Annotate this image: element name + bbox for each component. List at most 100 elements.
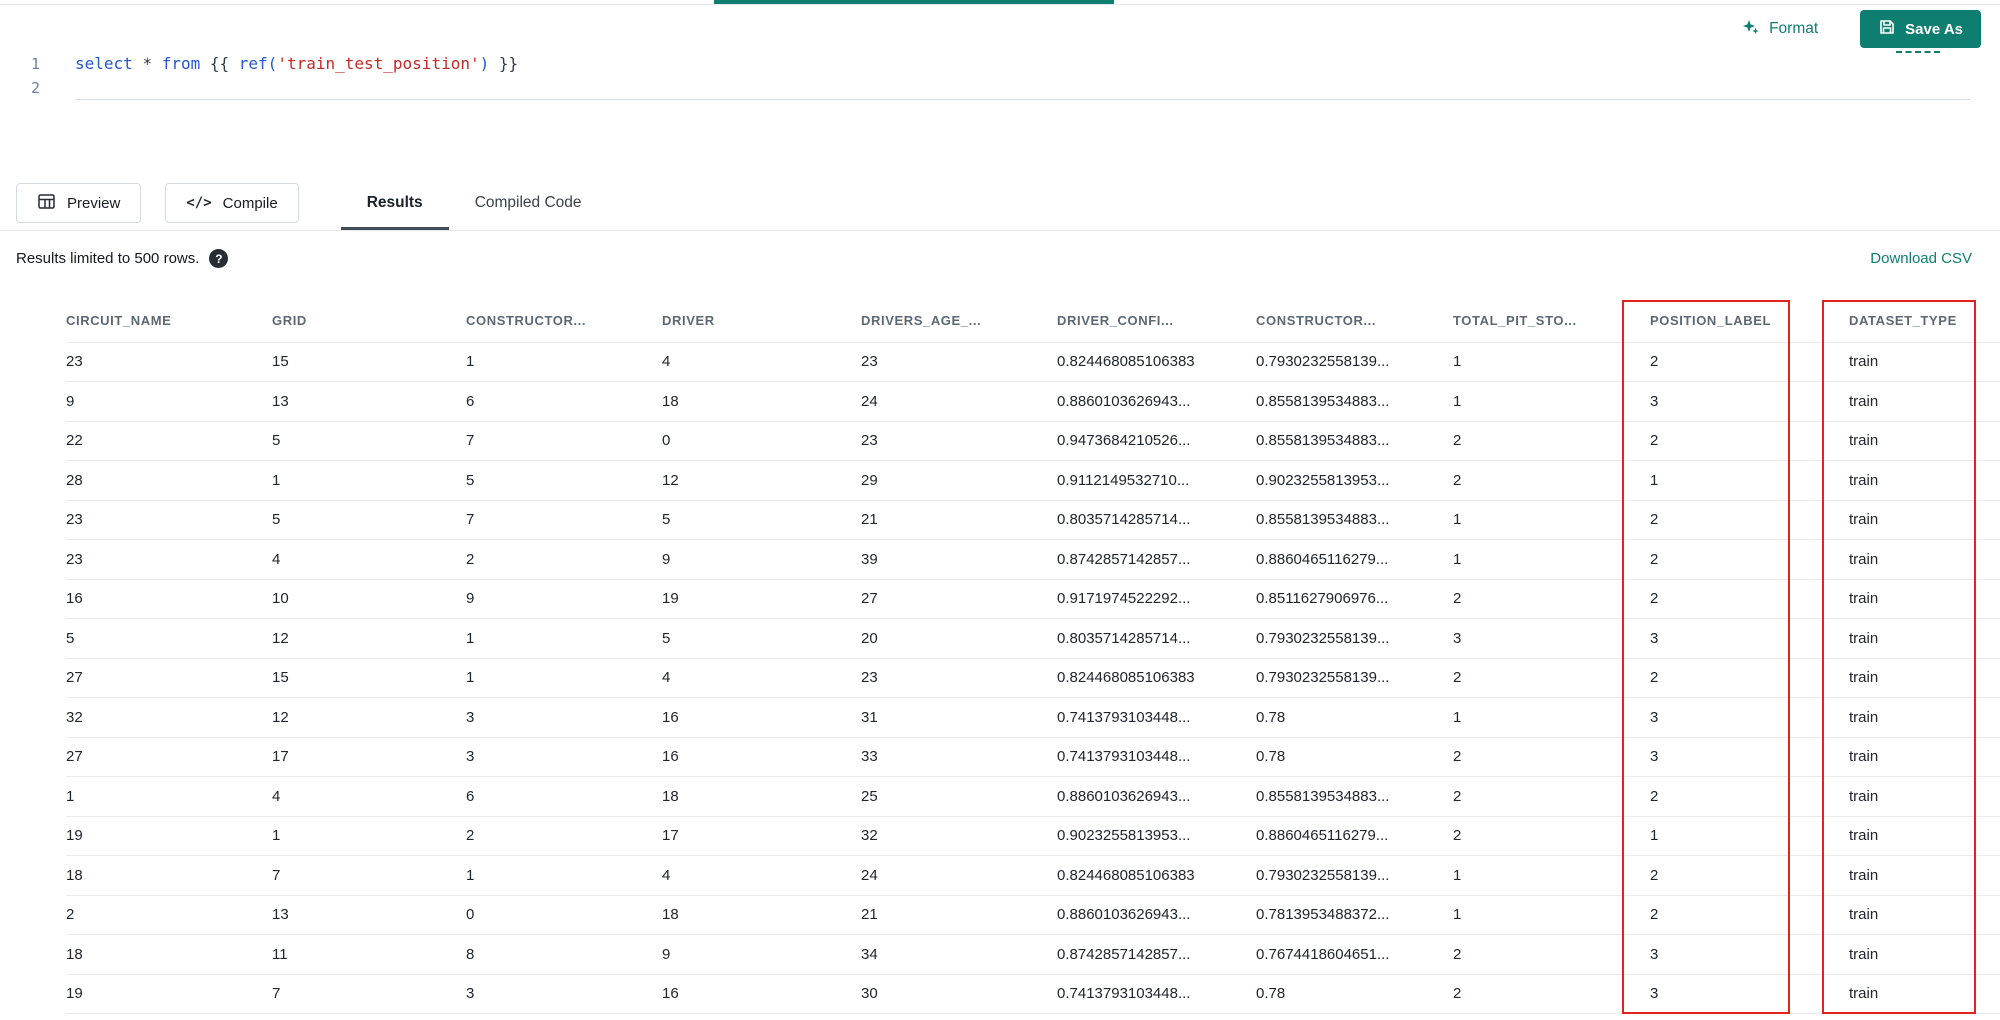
table-cell: 2 xyxy=(1650,658,1849,698)
table-cell: 16 xyxy=(66,579,272,619)
table-row: 1 4 6 18 25 0.8860103626943... 0.8558139534883… xyxy=(66,776,2000,817)
row-limit-text: Results limited to 500 rows. xyxy=(16,250,200,267)
table-cell: 1 xyxy=(1453,855,1650,896)
table-cell: 23 xyxy=(66,539,272,580)
table-cell: 0.78 xyxy=(1256,697,1453,738)
table-cell: 0.7413793103448... xyxy=(1057,974,1256,1014)
table-cell: 6 xyxy=(466,776,662,817)
table-cell: 2 xyxy=(1650,342,1849,382)
column-header: POSITION_LABEL xyxy=(1650,300,1849,343)
code-row-2: 2 xyxy=(0,76,2000,100)
table-cell: train xyxy=(1849,816,2000,856)
table-cell: 21 xyxy=(861,895,1057,935)
table-grid-icon xyxy=(37,192,56,215)
table-cell: 33 xyxy=(861,737,1057,777)
help-icon[interactable]: ? xyxy=(209,249,229,268)
table-cell: train xyxy=(1849,974,2000,1014)
save-as-button-label: Save As xyxy=(1905,20,1963,38)
line-number: 1 xyxy=(30,55,40,73)
column-header: DRIVER xyxy=(662,300,861,343)
code-icon: </> xyxy=(186,195,212,211)
table-cell: 23 xyxy=(66,342,272,382)
table-cell: 3 xyxy=(1650,381,1849,422)
table-cell: 31 xyxy=(861,697,1057,738)
compile-button[interactable]: </> Compile xyxy=(165,183,299,223)
table-cell: 0.8511627906976... xyxy=(1256,579,1453,619)
results-toolbar: Preview </> Compile Results Compiled Cod… xyxy=(16,176,2000,230)
table-cell: 1 xyxy=(1453,342,1650,382)
results-tabs: Results Compiled Code xyxy=(340,176,608,230)
table-cell: 23 xyxy=(66,500,272,540)
code-token-plain: {{ xyxy=(200,54,239,73)
table-cell: 32 xyxy=(66,697,272,738)
table-cell: 17 xyxy=(662,816,861,856)
tab-compiled-code[interactable]: Compiled Code xyxy=(449,176,608,230)
table-cell: 0.8860465116279... xyxy=(1256,816,1453,856)
table-cell: 1 xyxy=(272,460,466,501)
table-cell: 2 xyxy=(1453,579,1650,619)
table-cell: 2 xyxy=(1453,658,1650,698)
table-cell: 2 xyxy=(1650,579,1849,619)
table-cell: 2 xyxy=(1453,934,1650,975)
table-cell: 5 xyxy=(662,618,861,659)
table-cell: 0.78 xyxy=(1256,737,1453,777)
table-row: 19 7 3 16 30 0.7413793103448... 0.78 2 3 train xyxy=(66,974,2000,1014)
column-header: GRID xyxy=(272,300,466,343)
table-cell: 0.8558139534883... xyxy=(1256,421,1453,461)
table-cell: 0.824468085106383 xyxy=(1057,342,1256,382)
code-line-2 xyxy=(75,76,1970,100)
code-token-string: 'train_test_position' xyxy=(277,54,480,73)
save-as-button[interactable]: Save As xyxy=(1860,10,1981,48)
tab-compiled-code-label: Compiled Code xyxy=(474,194,582,211)
table-cell: 1 xyxy=(1453,697,1650,738)
table-cell: 0.7674418604651... xyxy=(1256,934,1453,975)
table-row: 22 5 7 0 23 0.9473684210526... 0.8558139534883… xyxy=(66,421,2000,461)
table-cell: 0.8035714285714... xyxy=(1057,500,1256,540)
table-cell: 9 xyxy=(466,579,662,619)
table-cell: 0.9112149532710... xyxy=(1057,460,1256,501)
format-button-label: Format xyxy=(1769,20,1819,37)
table-cell: 25 xyxy=(861,776,1057,817)
table-cell: 2 xyxy=(466,816,662,856)
format-button[interactable]: Format xyxy=(1741,17,1818,42)
table-cell: train xyxy=(1849,460,2000,501)
table-cell: 3 xyxy=(466,697,662,738)
table-cell: 5 xyxy=(272,421,466,461)
line-number: 2 xyxy=(30,79,40,97)
table-cell: train xyxy=(1849,855,2000,896)
table-row: 27 17 3 16 33 0.7413793103448... 0.78 2 3 train xyxy=(66,737,2000,777)
download-csv-link[interactable]: Download CSV xyxy=(1870,250,1972,267)
table-cell: 19 xyxy=(662,579,861,619)
compile-button-label: Compile xyxy=(222,194,278,212)
results-table-area[interactable]: CIRCUIT_NAME GRID CONSTRUCTOR... DRIVER DRIV… xyxy=(0,300,2000,1020)
table-cell: 2 xyxy=(1453,737,1650,777)
table-cell: 39 xyxy=(861,539,1057,580)
table-cell: 0.9171974522292... xyxy=(1057,579,1256,619)
table-cell: 9 xyxy=(662,934,861,975)
column-header: CIRCUIT_NAME xyxy=(66,300,272,343)
table-cell: 2 xyxy=(466,539,662,580)
preview-button-label: Preview xyxy=(67,194,121,212)
table-cell: 16 xyxy=(662,974,861,1014)
table-cell: 0.7930232558139... xyxy=(1256,658,1453,698)
table-cell: train xyxy=(1849,342,2000,382)
code-token-operator: * xyxy=(142,54,153,73)
table-cell: 5 xyxy=(662,500,861,540)
tab-results[interactable]: Results xyxy=(340,176,449,230)
table-cell: 1 xyxy=(1650,460,1849,501)
preview-button[interactable]: Preview xyxy=(16,183,142,223)
table-cell: 2 xyxy=(1453,460,1650,501)
table-cell: train xyxy=(1849,737,2000,777)
column-header: CONSTRUCTOR... xyxy=(1256,300,1453,343)
table-cell: 1 xyxy=(1650,816,1849,856)
table-cell: 12 xyxy=(272,697,466,738)
code-editor[interactable]: 1 select * from {{ ref('train_test_posit… xyxy=(0,52,2000,100)
table-cell: 30 xyxy=(861,974,1057,1014)
table-cell: 0.9023255813953... xyxy=(1057,816,1256,856)
table-cell: 22 xyxy=(66,421,272,461)
table-cell: 24 xyxy=(861,855,1057,896)
table-cell: 1 xyxy=(66,776,272,817)
code-token-keyword: select xyxy=(75,54,133,73)
table-cell: train xyxy=(1849,500,2000,540)
table-cell: 0.8558139534883... xyxy=(1256,381,1453,422)
